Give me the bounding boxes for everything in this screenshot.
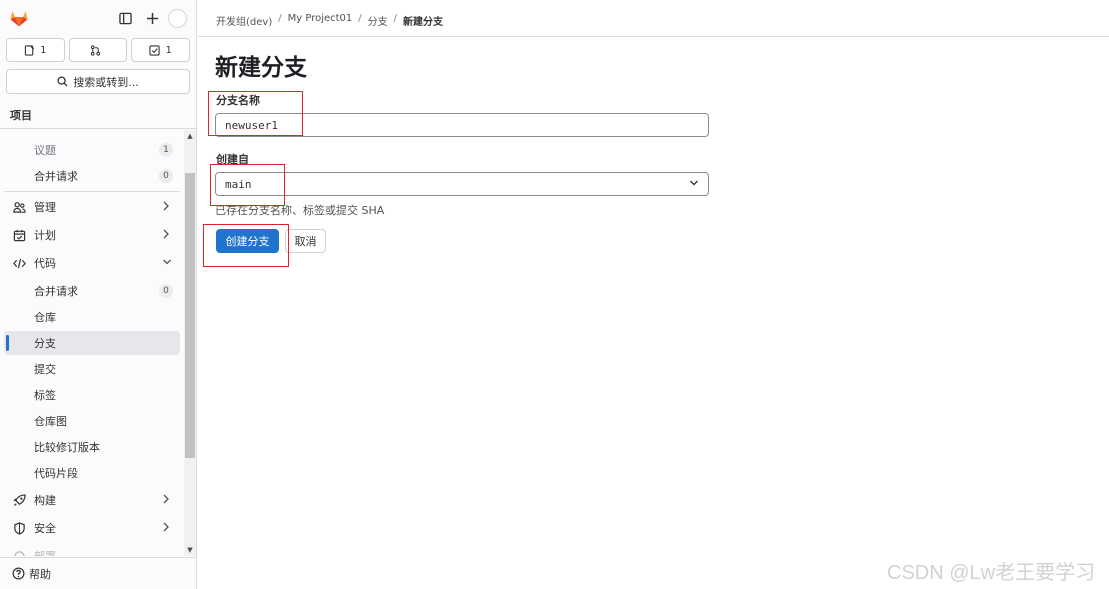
sidebar-item-repository[interactable]: 仓库 xyxy=(4,305,180,329)
scroll-down-arrow-icon[interactable]: ▼ xyxy=(186,546,194,554)
breadcrumb-item-project[interactable]: My Project01 xyxy=(288,13,353,28)
search-button[interactable]: 搜索或转到... xyxy=(6,69,190,94)
cancel-button[interactable]: 取消 xyxy=(285,229,326,253)
breadcrumb: 开发组(dev) / My Project01 / 分支 / 新建分支 xyxy=(216,13,443,28)
rocket-icon xyxy=(12,493,26,507)
top-bar: 开发组(dev) / My Project01 / 分支 / 新建分支 xyxy=(198,0,1109,37)
merge-request-icon xyxy=(90,44,101,56)
help-label: 帮助 xyxy=(29,567,51,581)
annotation-box-create-from xyxy=(210,164,285,206)
sidebar-item-label: 合并请求 xyxy=(34,170,78,183)
sidebar-item-manage[interactable]: 管理 xyxy=(4,195,180,219)
sidebar-header xyxy=(0,0,196,36)
count-badge: 1 xyxy=(159,143,173,157)
sidebar-item-branches[interactable]: 分支 xyxy=(4,331,180,355)
merge-requests-counter-button[interactable] xyxy=(68,38,128,62)
sidebar: 1 1 搜索或转到... 项目 议题 1 合并请求 0 管理 计划 代码 合并请… xyxy=(0,0,197,589)
deploy-icon xyxy=(12,549,26,556)
chevron-right-icon xyxy=(162,494,172,506)
help-icon xyxy=(12,567,25,580)
annotation-box-create-button xyxy=(203,224,289,267)
sidebar-item-label: 构建 xyxy=(34,494,56,507)
todos-counter-button[interactable]: 1 xyxy=(131,38,191,62)
shield-icon xyxy=(12,521,26,535)
chevron-down-icon xyxy=(162,257,172,269)
search-icon xyxy=(57,76,68,87)
breadcrumb-separator: / xyxy=(358,13,362,24)
help-button[interactable]: 帮助 xyxy=(0,557,196,589)
annotation-box-branch-name xyxy=(208,91,303,136)
issues-counter-button[interactable]: 1 xyxy=(6,38,65,62)
sidebar-item-label: 分支 xyxy=(34,337,56,350)
sidebar-item-label: 代码片段 xyxy=(34,467,78,480)
sidebar-item-code-merge-requests[interactable]: 合并请求 0 xyxy=(4,279,180,303)
sidebar-item-deploy[interactable]: 部署 xyxy=(4,544,180,556)
sidebar-item-label: 提交 xyxy=(34,363,56,376)
users-icon xyxy=(12,200,26,214)
sidebar-item-label: 管理 xyxy=(34,201,56,214)
chevron-right-icon xyxy=(162,201,172,213)
sidebar-item-commits[interactable]: 提交 xyxy=(4,357,180,381)
breadcrumb-item-current: 新建分支 xyxy=(403,17,444,28)
sidebar-item-label: 仓库 xyxy=(34,311,56,324)
issues-count: 1 xyxy=(40,44,47,56)
sidebar-item-label: 计划 xyxy=(34,229,56,242)
sidebar-item-issues[interactable]: 议题 1 xyxy=(4,138,180,162)
gitlab-logo-icon[interactable] xyxy=(9,8,29,28)
issues-icon xyxy=(24,44,35,56)
sidebar-item-label: 代码 xyxy=(34,257,56,270)
sidebar-item-compare-revisions[interactable]: 比较修订版本 xyxy=(4,435,180,459)
chevron-right-icon xyxy=(162,229,172,241)
watermark: CSDN @Lw老王要学习 xyxy=(887,562,1096,584)
sidebar-item-plan[interactable]: 计划 xyxy=(4,223,180,247)
user-avatar[interactable] xyxy=(168,9,187,28)
sidebar-item-code[interactable]: 代码 xyxy=(4,251,180,275)
count-badge: 0 xyxy=(159,284,173,298)
sidebar-item-build[interactable]: 构建 xyxy=(4,488,180,512)
todos-count: 1 xyxy=(165,44,172,56)
todo-icon xyxy=(149,44,161,56)
count-badge: 0 xyxy=(159,169,173,183)
sidebar-item-label: 合并请求 xyxy=(34,285,78,298)
breadcrumb-separator: / xyxy=(278,13,282,24)
scroll-up-arrow-icon[interactable]: ▲ xyxy=(186,132,194,140)
sidebar-item-label: 部署 xyxy=(34,548,56,556)
create-from-select[interactable]: main xyxy=(215,172,709,196)
breadcrumb-separator: / xyxy=(393,13,398,24)
sidebar-item-merge-requests[interactable]: 合并请求 0 xyxy=(4,164,180,188)
page-title: 新建分支 xyxy=(215,55,307,81)
sidebar-item-label: 议题 xyxy=(34,144,56,157)
scroll-thumb[interactable] xyxy=(185,173,195,458)
sidebar-item-label: 仓库图 xyxy=(34,415,67,428)
search-label: 搜索或转到... xyxy=(73,75,139,89)
sidebar-item-label: 安全 xyxy=(34,522,56,535)
sidebar-nav: 议题 1 合并请求 0 管理 计划 代码 合并请求 0 仓库 分支 提交 标签 … xyxy=(0,129,183,556)
code-icon xyxy=(12,256,26,270)
counter-bar: 1 1 xyxy=(6,38,191,62)
divider xyxy=(4,191,180,192)
sidebar-item-repository-graph[interactable]: 仓库图 xyxy=(4,409,180,433)
sidebar-item-security[interactable]: 安全 xyxy=(4,516,180,540)
chevron-right-icon xyxy=(162,522,172,534)
sidebar-item-tags[interactable]: 标签 xyxy=(4,383,180,407)
chevron-down-icon xyxy=(689,178,699,191)
breadcrumb-item-group[interactable]: 开发组(dev) xyxy=(216,13,272,28)
sidebar-scrollbar[interactable]: ▲ ▼ xyxy=(184,130,196,556)
sidebar-item-snippets[interactable]: 代码片段 xyxy=(4,461,180,485)
create-new-icon[interactable] xyxy=(143,9,161,27)
sidebar-item-label: 比较修订版本 xyxy=(34,441,100,454)
calendar-icon xyxy=(12,228,26,242)
sidebar-item-label: 标签 xyxy=(34,389,56,402)
project-section-label: 项目 xyxy=(10,109,32,122)
toggle-sidebar-icon[interactable] xyxy=(116,9,134,27)
breadcrumb-item-branches[interactable]: 分支 xyxy=(368,13,388,28)
